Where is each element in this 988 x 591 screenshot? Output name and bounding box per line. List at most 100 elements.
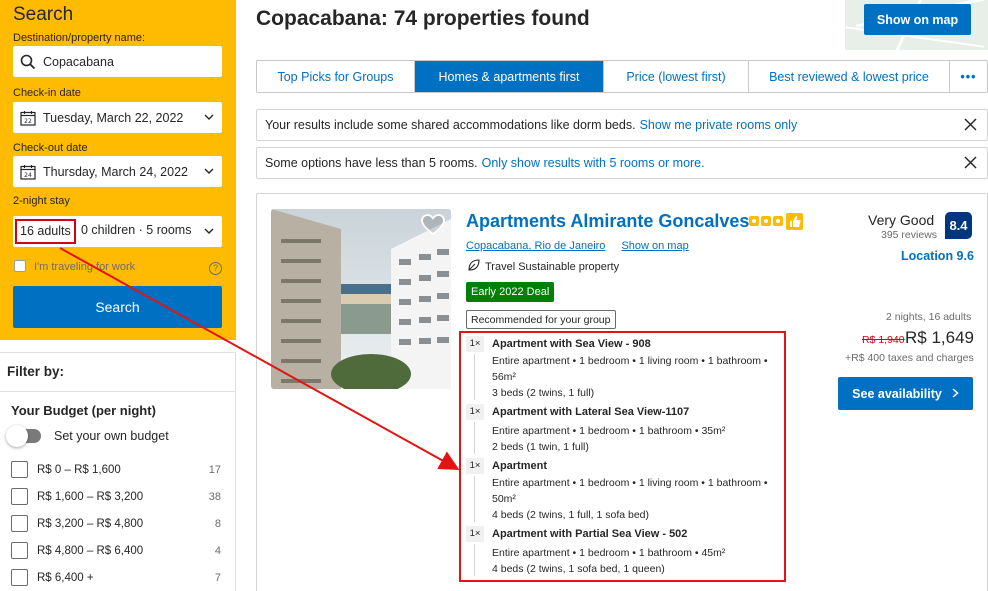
- filters-title: Filter by:: [7, 364, 65, 379]
- unit-name: Apartment with Partial Sea View - 502: [492, 528, 688, 540]
- star-icon: [761, 216, 771, 226]
- unit-item: 1× Apartment Entire apartment • 1 bedroo…: [466, 458, 782, 522]
- own-budget-toggle[interactable]: [6, 425, 41, 447]
- sort-tabs: Top Picks for Groups Homes & apartments …: [256, 60, 988, 93]
- tab-homes-apartments[interactable]: Homes & apartments first: [415, 61, 604, 92]
- calendar-icon: 22: [13, 110, 43, 126]
- budget-checkbox[interactable]: [11, 542, 28, 559]
- star-rating: [749, 216, 783, 226]
- divider: [474, 476, 475, 522]
- toggle-knob: [6, 425, 28, 447]
- budget-count: 38: [208, 491, 221, 503]
- divider: [474, 422, 475, 454]
- location-score: Location 9.6: [901, 249, 974, 263]
- search-title: Search: [13, 4, 74, 25]
- help-icon[interactable]: ?: [209, 262, 222, 275]
- budget-option[interactable]: R$ 6,400 + 7: [11, 569, 221, 587]
- location-link[interactable]: Copacabana, Rio de Janeiro: [466, 240, 605, 252]
- close-icon[interactable]: [964, 118, 977, 134]
- checkout-label: Check-out date: [13, 142, 88, 154]
- budget-checkbox[interactable]: [11, 569, 28, 586]
- budget-label: R$ 3,200 – R$ 4,800: [37, 518, 144, 530]
- calendar-icon: 24: [13, 164, 43, 180]
- chevron-right-icon: [952, 387, 959, 401]
- stay-length: 2-night stay: [13, 195, 70, 207]
- unit-name: Apartment with Sea View - 908: [492, 338, 651, 350]
- recommended-badge: Recommended for your group: [466, 310, 616, 329]
- sustainable-badge: Travel Sustainable property: [468, 259, 619, 274]
- budget-count: 17: [208, 464, 221, 476]
- notice-link[interactable]: Show me private rooms only: [640, 118, 798, 132]
- unit-beds: 2 beds (1 twin, 1 full): [492, 441, 589, 453]
- budget-option[interactable]: R$ 1,600 – R$ 3,200 38: [11, 488, 221, 506]
- tab-more[interactable]: •••: [950, 61, 987, 92]
- old-price: R$ 1,940: [862, 334, 905, 346]
- guests-selector[interactable]: 16 adults 0 children · 5 rooms: [13, 216, 222, 247]
- show-on-map-button[interactable]: Show on map: [864, 4, 971, 35]
- work-travel-checkbox[interactable]: [14, 260, 26, 272]
- leaf-icon: [468, 259, 480, 274]
- review-count: 395 reviews: [881, 229, 938, 241]
- filters-panel: Filter by: Your Budget (per night) Set y…: [0, 352, 236, 591]
- own-budget-label: Set your own budget: [54, 429, 169, 443]
- notice-text: Some options have less than 5 rooms.: [265, 156, 478, 170]
- budget-option[interactable]: R$ 3,200 – R$ 4,800 8: [11, 515, 221, 533]
- close-icon[interactable]: [964, 156, 977, 172]
- deal-badge: Early 2022 Deal: [466, 282, 555, 302]
- children-rooms[interactable]: 0 children · 5 rooms: [81, 223, 191, 237]
- location-row: Copacabana, Rio de Janeiro Show on map: [466, 240, 689, 252]
- unit-qty: 1×: [466, 404, 484, 420]
- budget-title: Your Budget (per night): [11, 403, 156, 418]
- checkin-field[interactable]: 22 Tuesday, March 22, 2022: [13, 102, 222, 133]
- search-button[interactable]: Search: [13, 286, 222, 328]
- budget-checkbox[interactable]: [11, 488, 28, 505]
- budget-count: 7: [214, 572, 221, 584]
- unit-name: Apartment with Lateral Sea View-1107: [492, 406, 690, 418]
- budget-count: 8: [214, 518, 221, 530]
- svg-text:22: 22: [24, 118, 32, 125]
- work-travel-row: I'm traveling for work ?: [13, 260, 222, 276]
- see-availability-button[interactable]: See availability: [838, 377, 973, 410]
- notice-shared-accommodation: Your results include some shared accommo…: [256, 109, 988, 141]
- budget-count: 4: [214, 545, 221, 557]
- chevron-down-icon: [204, 225, 214, 239]
- star-icon: [773, 216, 783, 226]
- unit-beds: 4 beds (2 twins, 1 sofa bed, 1 queen): [492, 563, 665, 575]
- chevron-down-icon: [204, 111, 214, 125]
- unit-qty: 1×: [466, 458, 484, 474]
- divider: [474, 544, 475, 576]
- search-panel: Search Destination/property name: Copaca…: [0, 0, 236, 340]
- destination-input[interactable]: Copacabana: [13, 46, 222, 77]
- map-link[interactable]: Show on map: [621, 240, 688, 252]
- see-availability-label: See availability: [852, 386, 942, 401]
- checkout-field[interactable]: 24 Thursday, March 24, 2022: [13, 156, 222, 187]
- review-score: 8.4: [945, 212, 972, 239]
- thumbs-up-icon: [786, 213, 803, 230]
- sustainable-label: Travel Sustainable property: [485, 260, 620, 273]
- budget-option[interactable]: R$ 0 – R$ 1,600 17: [11, 461, 221, 479]
- adults-count[interactable]: 16 adults: [15, 219, 76, 244]
- chevron-down-icon: [204, 165, 214, 179]
- tab-best-reviewed[interactable]: Best reviewed & lowest price: [749, 61, 950, 92]
- unit-qty: 1×: [466, 526, 484, 542]
- heart-icon[interactable]: [421, 214, 445, 241]
- tab-price-lowest[interactable]: Price (lowest first): [604, 61, 749, 92]
- notice-link[interactable]: Only show results with 5 rooms or more.: [482, 156, 705, 170]
- tab-top-picks[interactable]: Top Picks for Groups: [257, 61, 415, 92]
- budget-checkbox[interactable]: [11, 461, 28, 478]
- svg-text:24: 24: [24, 172, 32, 179]
- unit-details: Entire apartment • 1 bedroom • 1 living …: [492, 477, 768, 505]
- unit-item: 1× Apartment with Lateral Sea View-1107 …: [466, 404, 782, 454]
- budget-option[interactable]: R$ 4,800 – R$ 6,400 4: [11, 542, 221, 560]
- price: R$ 1,649: [905, 328, 974, 347]
- budget-checkbox[interactable]: [11, 515, 28, 532]
- budget-label: R$ 6,400 +: [37, 572, 94, 584]
- destination-value: Copacabana: [43, 54, 114, 69]
- checkin-value: Tuesday, March 22, 2022: [43, 110, 184, 125]
- property-name[interactable]: Apartments Almirante Goncalves: [466, 211, 749, 232]
- unit-details: Entire apartment • 1 bedroom • 1 living …: [492, 355, 768, 383]
- unit-name: Apartment: [492, 460, 548, 472]
- notice-rooms: Some options have less than 5 rooms. Onl…: [256, 147, 988, 179]
- unit-item: 1× Apartment with Sea View - 908 Entire …: [466, 336, 782, 400]
- star-icon: [749, 216, 759, 226]
